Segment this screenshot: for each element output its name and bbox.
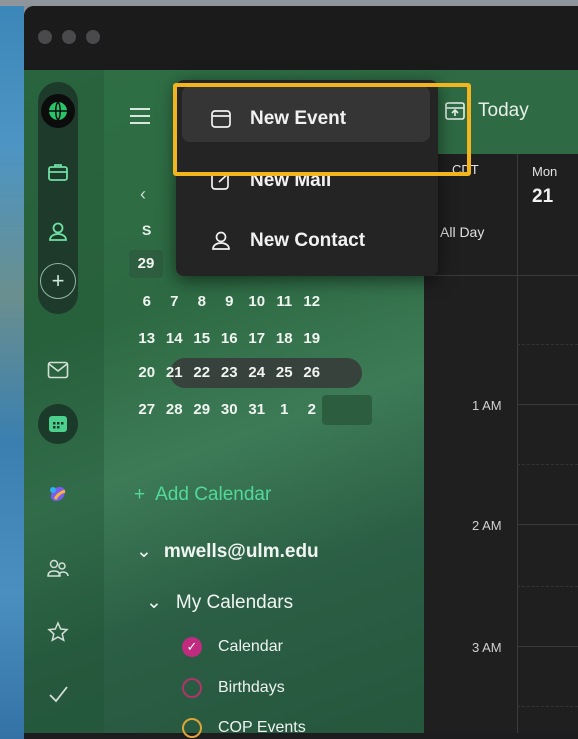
groups-icon[interactable] [38,548,78,588]
mini-cal-day[interactable]: 20 [133,359,161,387]
mini-cal-week: 27 28 29 30 31 1 2 [133,396,326,424]
mini-cal-day[interactable]: 16 [216,325,244,353]
calendar-item[interactable]: Birthdays [182,678,285,698]
checkbox-icon[interactable] [182,678,202,698]
mini-cal-day[interactable]: 29 [188,396,216,424]
mini-cal-day[interactable]: 13 [133,325,161,353]
calendar-name: COP Events [218,719,306,736]
calendar-name: Calendar [218,638,283,655]
highlight-box [173,83,471,176]
account-header[interactable]: ⌄ mwells@ulm.edu [136,540,319,563]
minimize-window-button[interactable] [62,30,76,44]
mini-cal-day[interactable]: 30 [216,396,244,424]
person-icon [212,231,230,250]
half-hour-line [517,586,578,587]
hour-label: 3 AM [472,640,502,655]
zoom-window-button[interactable] [86,30,100,44]
calendar-group-label: My Calendars [175,592,294,613]
mail-icon[interactable] [38,350,78,390]
calendar-name: Birthdays [218,679,285,696]
weekday-header: S [142,222,152,238]
chevron-down-icon: ⌄ [146,592,162,613]
half-hour-line [517,464,578,465]
mini-cal-day[interactable]: 9 [216,288,244,316]
hour-line [517,524,578,525]
person-icon[interactable] [38,212,78,252]
plus-icon: + [134,484,146,505]
all-day-label: All Day [440,224,485,240]
half-hour-line [517,344,578,345]
calendar-item[interactable]: ✓ Calendar [182,637,283,657]
mini-cal-day[interactable]: 10 [243,288,271,316]
calendar-item[interactable]: COP Events [182,718,306,738]
mini-cal-day[interactable]: 8 [188,288,216,316]
mini-cal-day[interactable]: 14 [161,325,189,353]
briefcase-icon[interactable] [38,152,78,192]
globe-icon[interactable] [41,94,75,128]
mini-cal-day[interactable]: 11 [271,288,299,316]
mini-cal-day[interactable]: 17 [243,325,271,353]
mini-cal-day[interactable]: 25 [271,359,299,387]
mini-cal-day[interactable]: 27 [133,396,161,424]
mini-cal-day[interactable]: 21 [161,359,189,387]
mini-cal-day[interactable]: 23 [216,359,244,387]
mini-cal-day[interactable]: 15 [188,325,216,353]
calendar-icon[interactable] [38,404,78,444]
desktop-background [0,0,24,739]
mini-cal-week: 13 14 15 16 17 18 19 [133,325,326,353]
mini-cal-day[interactable]: 26 [298,359,326,387]
add-calendar-button[interactable]: + Add Calendar [134,484,271,506]
half-hour-line [517,706,578,707]
chevron-down-icon: ⌄ [136,541,152,562]
mini-cal-week: 6 7 8 9 10 11 12 [133,288,326,316]
mini-cal-day[interactable]: 29 [129,250,163,278]
todo-check-icon[interactable] [38,674,78,714]
mini-cal-day[interactable]: 1 [271,396,299,424]
mini-cal-day[interactable]: 22 [188,359,216,387]
checkbox-checked-icon[interactable]: ✓ [182,637,202,657]
mini-cal-day[interactable]: 7 [161,288,189,316]
copilot-icon[interactable] [38,474,78,514]
mini-cal-day[interactable]: 28 [161,396,189,424]
mini-cal-week: 20 21 22 23 24 25 26 [133,359,326,387]
star-icon[interactable] [38,612,78,652]
title-bar [24,6,578,76]
close-window-button[interactable] [38,30,52,44]
mini-cal-day[interactable]: 24 [243,359,271,387]
account-email: mwells@ulm.edu [163,541,319,562]
add-account-icon[interactable]: + [40,263,76,299]
next-month-days-shade [322,395,372,425]
hour-line [517,404,578,405]
mini-cal-day[interactable]: 18 [271,325,299,353]
allday-divider [424,275,578,276]
new-contact-label: New Contact [250,230,366,251]
checkbox-icon[interactable] [182,718,202,738]
day-number[interactable]: 21 [532,186,553,208]
mini-cal-day[interactable]: 6 [133,288,161,316]
hour-label: 1 AM [472,398,502,413]
add-calendar-label: Add Calendar [155,484,272,505]
day-name: Mon [532,164,558,179]
today-label: Today [478,100,529,121]
hour-label: 2 AM [472,518,502,533]
mini-cal-day[interactable]: 19 [298,325,326,353]
mini-cal-day[interactable]: 31 [243,396,271,424]
hour-line [517,646,578,647]
new-contact-menu-item[interactable]: New Contact [210,230,365,252]
mini-cal-day[interactable]: 12 [298,288,326,316]
chevron-left-icon[interactable]: ‹ [140,184,146,205]
mini-cal-day[interactable]: 2 [298,396,326,424]
menu-icon[interactable] [130,108,150,129]
calendar-group-header[interactable]: ⌄ My Calendars [146,591,293,614]
